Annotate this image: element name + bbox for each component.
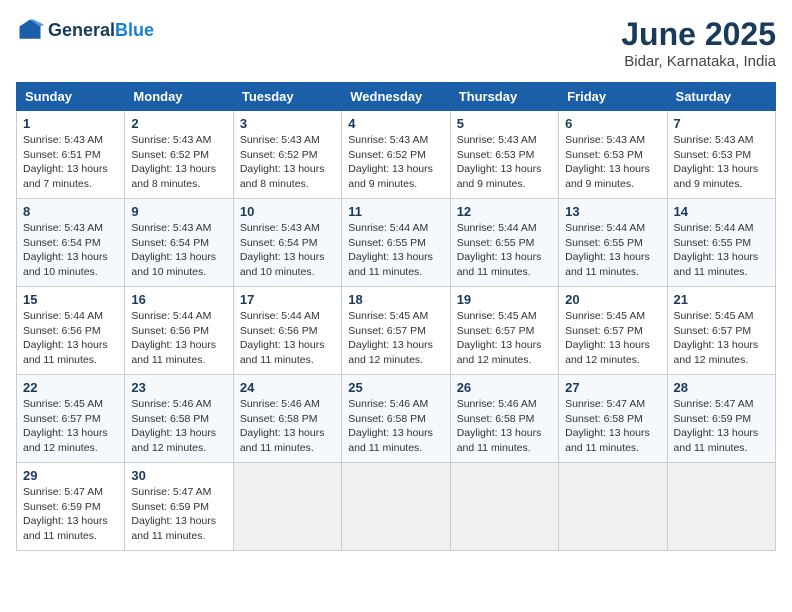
day-27: 27 Sunrise: 5:47 AMSunset: 6:58 PMDaylig… — [559, 375, 667, 463]
day-29: 29 Sunrise: 5:47 AMSunset: 6:59 PMDaylig… — [17, 463, 125, 551]
day-19: 19 Sunrise: 5:45 AMSunset: 6:57 PMDaylig… — [450, 287, 558, 375]
day-9: 9 Sunrise: 5:43 AMSunset: 6:54 PMDayligh… — [125, 199, 233, 287]
header-wednesday: Wednesday — [342, 83, 450, 111]
day-23: 23 Sunrise: 5:46 AMSunset: 6:58 PMDaylig… — [125, 375, 233, 463]
day-25: 25 Sunrise: 5:46 AMSunset: 6:58 PMDaylig… — [342, 375, 450, 463]
logo-icon — [16, 16, 44, 44]
logo: GeneralBlue — [16, 16, 154, 44]
day-4: 4 Sunrise: 5:43 AMSunset: 6:52 PMDayligh… — [342, 111, 450, 199]
day-22: 22 Sunrise: 5:45 AMSunset: 6:57 PMDaylig… — [17, 375, 125, 463]
day-8: 8 Sunrise: 5:43 AMSunset: 6:54 PMDayligh… — [17, 199, 125, 287]
day-5: 5 Sunrise: 5:43 AMSunset: 6:53 PMDayligh… — [450, 111, 558, 199]
day-24: 24 Sunrise: 5:46 AMSunset: 6:58 PMDaylig… — [233, 375, 341, 463]
day-26: 26 Sunrise: 5:46 AMSunset: 6:58 PMDaylig… — [450, 375, 558, 463]
day-13: 13 Sunrise: 5:44 AMSunset: 6:55 PMDaylig… — [559, 199, 667, 287]
day-28: 28 Sunrise: 5:47 AMSunset: 6:59 PMDaylig… — [667, 375, 775, 463]
logo-text-general: General — [48, 20, 115, 40]
day-17: 17 Sunrise: 5:44 AMSunset: 6:56 PMDaylig… — [233, 287, 341, 375]
day-7: 7 Sunrise: 5:43 AMSunset: 6:53 PMDayligh… — [667, 111, 775, 199]
day-1: 1 Sunrise: 5:43 AMSunset: 6:51 PMDayligh… — [17, 111, 125, 199]
title-block: June 2025 Bidar, Karnataka, India — [621, 16, 776, 70]
header-thursday: Thursday — [450, 83, 558, 111]
day-10: 10 Sunrise: 5:43 AMSunset: 6:54 PMDaylig… — [233, 199, 341, 287]
day-11: 11 Sunrise: 5:44 AMSunset: 6:55 PMDaylig… — [342, 199, 450, 287]
logo-text-blue: Blue — [115, 20, 154, 40]
week-row-3: 15 Sunrise: 5:44 AMSunset: 6:56 PMDaylig… — [17, 287, 776, 375]
day-20: 20 Sunrise: 5:45 AMSunset: 6:57 PMDaylig… — [559, 287, 667, 375]
empty-cell-4 — [559, 463, 667, 551]
calendar: Sunday Monday Tuesday Wednesday Thursday… — [16, 82, 776, 551]
day-21: 21 Sunrise: 5:45 AMSunset: 6:57 PMDaylig… — [667, 287, 775, 375]
header-monday: Monday — [125, 83, 233, 111]
empty-cell-2 — [342, 463, 450, 551]
day-2: 2 Sunrise: 5:43 AMSunset: 6:52 PMDayligh… — [125, 111, 233, 199]
weekday-header-row: Sunday Monday Tuesday Wednesday Thursday… — [17, 83, 776, 111]
day-6: 6 Sunrise: 5:43 AMSunset: 6:53 PMDayligh… — [559, 111, 667, 199]
location: Bidar, Karnataka, India — [621, 53, 776, 70]
header-sunday: Sunday — [17, 83, 125, 111]
empty-cell-5 — [667, 463, 775, 551]
empty-cell-3 — [450, 463, 558, 551]
day-16: 16 Sunrise: 5:44 AMSunset: 6:56 PMDaylig… — [125, 287, 233, 375]
header-friday: Friday — [559, 83, 667, 111]
day-30: 30 Sunrise: 5:47 AMSunset: 6:59 PMDaylig… — [125, 463, 233, 551]
page-header: GeneralBlue June 2025 Bidar, Karnataka, … — [16, 16, 776, 70]
week-row-4: 22 Sunrise: 5:45 AMSunset: 6:57 PMDaylig… — [17, 375, 776, 463]
day-14: 14 Sunrise: 5:44 AMSunset: 6:55 PMDaylig… — [667, 199, 775, 287]
day-12: 12 Sunrise: 5:44 AMSunset: 6:55 PMDaylig… — [450, 199, 558, 287]
header-saturday: Saturday — [667, 83, 775, 111]
week-row-2: 8 Sunrise: 5:43 AMSunset: 6:54 PMDayligh… — [17, 199, 776, 287]
month-title: June 2025 — [621, 16, 776, 53]
day-3: 3 Sunrise: 5:43 AMSunset: 6:52 PMDayligh… — [233, 111, 341, 199]
empty-cell-1 — [233, 463, 341, 551]
week-row-1: 1 Sunrise: 5:43 AMSunset: 6:51 PMDayligh… — [17, 111, 776, 199]
header-tuesday: Tuesday — [233, 83, 341, 111]
week-row-5: 29 Sunrise: 5:47 AMSunset: 6:59 PMDaylig… — [17, 463, 776, 551]
day-18: 18 Sunrise: 5:45 AMSunset: 6:57 PMDaylig… — [342, 287, 450, 375]
day-15: 15 Sunrise: 5:44 AMSunset: 6:56 PMDaylig… — [17, 287, 125, 375]
